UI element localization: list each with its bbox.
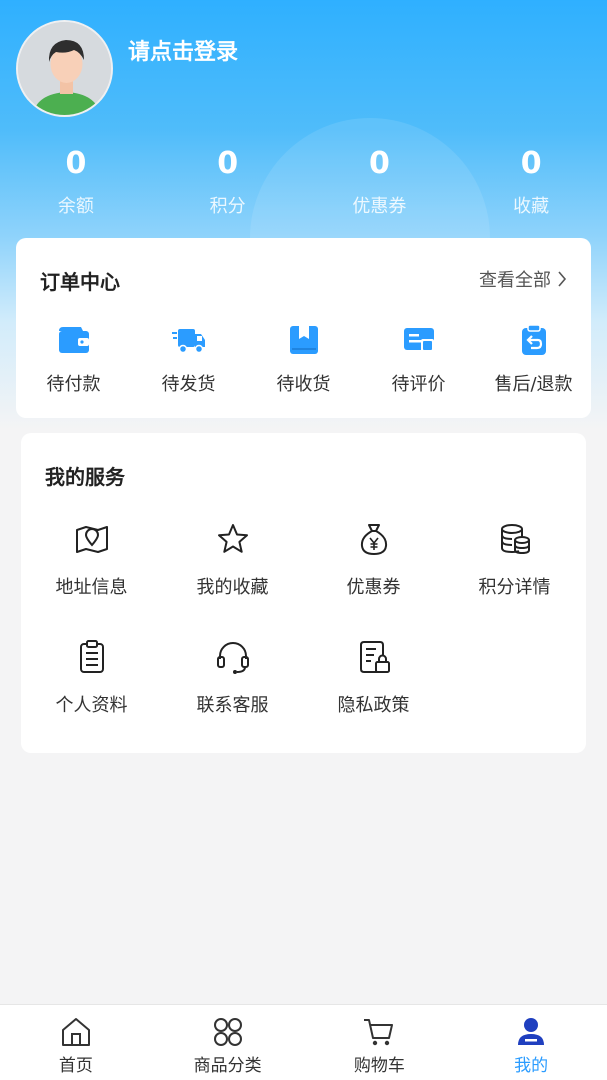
headset-icon xyxy=(216,642,249,674)
login-link[interactable]: 请点击登录 xyxy=(128,34,238,66)
stat-value: 0 xyxy=(520,146,542,181)
refund-icon xyxy=(521,324,546,355)
stat-coupons[interactable]: 0 优惠券 xyxy=(304,144,456,218)
view-all-label: 查看全部 xyxy=(479,270,551,291)
order-status-row: 待付款 待发货 待收货 待评价 售后/退款 xyxy=(16,322,591,396)
tab-label: 商品分类 xyxy=(193,1056,262,1076)
service-profile[interactable]: 个人资料 xyxy=(21,639,162,757)
category-icon xyxy=(213,1018,242,1046)
order-item-label: 待评价 xyxy=(391,374,446,395)
order-item-label: 待收货 xyxy=(276,374,331,395)
my-services-title: 我的服务 xyxy=(45,465,125,489)
service-points-detail[interactable]: 积分详情 xyxy=(444,521,585,639)
coins-icon xyxy=(500,524,530,555)
services-grid: 地址信息 我的收藏 优惠券 积分详情 个人资料 联系客服 隐私政策 xyxy=(21,521,586,757)
truck-icon xyxy=(171,329,205,354)
tab-label: 我的 xyxy=(514,1056,549,1076)
order-pending-receipt[interactable]: 待收货 xyxy=(246,322,361,396)
review-icon xyxy=(403,328,434,352)
service-label: 积分详情 xyxy=(478,577,551,598)
stats-row: 0 余额 0 积分 0 优惠券 0 收藏 xyxy=(0,144,607,218)
stat-balance[interactable]: 0 余额 xyxy=(0,144,152,218)
service-favorites[interactable]: 我的收藏 xyxy=(162,521,303,639)
service-label: 优惠券 xyxy=(346,577,401,598)
order-after-sales-refund[interactable]: 售后/退款 xyxy=(476,322,591,396)
order-pending-review[interactable]: 待评价 xyxy=(361,322,476,396)
service-privacy-policy[interactable]: 隐私政策 xyxy=(303,639,444,757)
chevron-right-icon xyxy=(558,271,567,287)
wallet-icon xyxy=(58,327,89,353)
order-item-label: 待付款 xyxy=(46,374,101,395)
stat-label: 余额 xyxy=(57,196,94,217)
order-pending-payment[interactable]: 待付款 xyxy=(16,322,131,396)
stat-value: 0 xyxy=(368,146,390,181)
stat-label: 积分 xyxy=(209,196,246,217)
bottom-tab-bar: 首页 商品分类 购物车 我的 xyxy=(0,1004,607,1080)
service-label: 个人资料 xyxy=(55,695,128,716)
tab-home[interactable]: 首页 xyxy=(0,1005,152,1080)
service-address[interactable]: 地址信息 xyxy=(21,521,162,639)
my-services-card: 我的服务 地址信息 我的收藏 优惠券 积分详情 个人资料 联系客服 隐私政策 xyxy=(21,433,586,753)
order-item-label: 售后/退款 xyxy=(494,374,573,395)
service-coupons[interactable]: 优惠券 xyxy=(303,521,444,639)
package-icon xyxy=(289,326,318,354)
home-icon xyxy=(61,1018,90,1046)
map-icon xyxy=(75,526,108,553)
tab-label: 首页 xyxy=(58,1056,93,1076)
tab-mine[interactable]: 我的 xyxy=(455,1005,607,1080)
clipboard-icon xyxy=(79,640,104,673)
privacy-icon xyxy=(359,641,390,673)
order-center-title: 订单中心 xyxy=(40,270,120,294)
stat-label: 优惠券 xyxy=(352,196,407,217)
stat-points[interactable]: 0 积分 xyxy=(152,144,304,218)
stat-value: 0 xyxy=(65,146,87,181)
stat-favorites[interactable]: 0 收藏 xyxy=(455,144,607,218)
order-center-card: 订单中心 查看全部 待付款 待发货 待收货 待评价 售后/退款 xyxy=(16,238,591,418)
user-icon xyxy=(518,1018,545,1045)
service-label: 我的收藏 xyxy=(196,577,269,598)
order-item-label: 待发货 xyxy=(161,374,216,395)
tab-cart[interactable]: 购物车 xyxy=(304,1005,456,1080)
cart-icon xyxy=(364,1019,394,1046)
avatar-icon xyxy=(18,22,111,115)
service-label: 地址信息 xyxy=(55,577,128,598)
service-label: 联系客服 xyxy=(196,695,269,716)
view-all-orders-link[interactable]: 查看全部 xyxy=(479,266,567,292)
star-icon xyxy=(217,524,248,553)
money-bag-icon xyxy=(360,524,387,556)
service-label: 隐私政策 xyxy=(337,695,410,716)
stat-label: 收藏 xyxy=(513,196,550,217)
order-pending-shipment[interactable]: 待发货 xyxy=(131,322,246,396)
tab-categories[interactable]: 商品分类 xyxy=(152,1005,304,1080)
tab-label: 购物车 xyxy=(353,1056,405,1076)
avatar[interactable] xyxy=(16,20,113,117)
stat-value: 0 xyxy=(217,146,239,181)
service-customer-support[interactable]: 联系客服 xyxy=(162,639,303,757)
